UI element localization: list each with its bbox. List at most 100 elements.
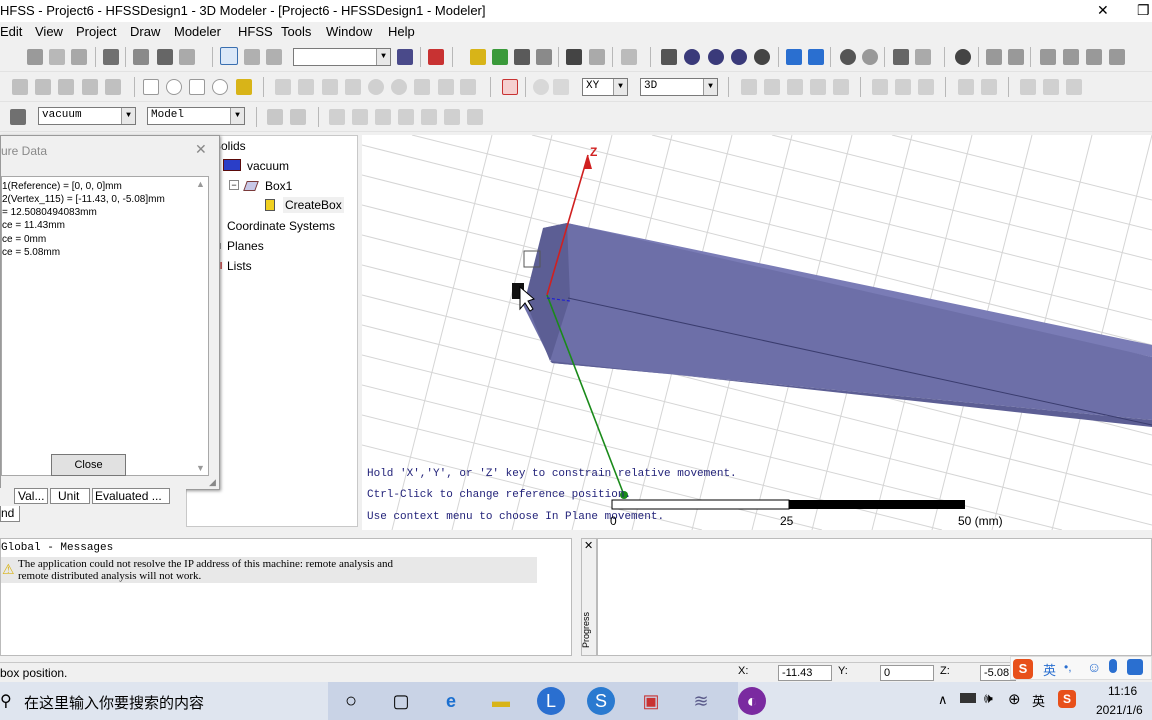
- create-plane-icon[interactable]: [553, 79, 569, 95]
- local-grid-icon[interactable]: [290, 109, 306, 125]
- align-center-icon[interactable]: [1043, 79, 1059, 95]
- resize-grip-icon[interactable]: ◢: [209, 477, 216, 488]
- zoom-icon[interactable]: [754, 49, 770, 65]
- column-unit[interactable]: Unit: [50, 488, 90, 504]
- progress-close-icon[interactable]: ✕: [584, 539, 593, 552]
- unite-icon[interactable]: [741, 79, 757, 95]
- menu-hfss[interactable]: HFSS: [238, 24, 273, 39]
- collapse-icon[interactable]: −: [229, 180, 239, 190]
- thicken-icon[interactable]: [981, 79, 997, 95]
- splitter[interactable]: [574, 538, 581, 656]
- view-side-icon[interactable]: [1086, 49, 1102, 65]
- fit-selection-icon[interactable]: [862, 49, 878, 65]
- measure-icon[interactable]: [397, 49, 413, 65]
- grid-icon[interactable]: [267, 109, 283, 125]
- results-icon[interactable]: [514, 49, 530, 65]
- show-hidden-icons[interactable]: ∧: [938, 692, 948, 708]
- punctuation-icon[interactable]: •,: [1064, 660, 1072, 674]
- restore-window-button[interactable]: ❐: [1137, 2, 1150, 19]
- draw-polygon-icon[interactable]: [189, 79, 205, 95]
- volume-icon[interactable]: 🕪: [984, 690, 993, 707]
- modeler-viewport[interactable]: Z Hold 'X','Y', or 'Z' key to constrain …: [362, 135, 1152, 530]
- model-select[interactable]: Model ▼: [147, 107, 245, 125]
- spin-icon[interactable]: [731, 49, 747, 65]
- intersect-icon[interactable]: [787, 79, 803, 95]
- draw-arc-icon[interactable]: [58, 79, 74, 95]
- layers-icon[interactable]: [621, 49, 637, 65]
- tree-lists[interactable]: Lists: [227, 259, 252, 273]
- snap-arc-icon[interactable]: [467, 109, 483, 125]
- zoom-out-icon[interactable]: [808, 49, 824, 65]
- field-overlay-icon[interactable]: [566, 49, 582, 65]
- snap-vertex-icon[interactable]: [352, 109, 368, 125]
- column-value[interactable]: Val...: [14, 488, 48, 504]
- tree-coordinate-systems[interactable]: Coordinate Systems: [227, 219, 335, 233]
- emoji-icon[interactable]: ☺: [1087, 659, 1101, 675]
- draw-regular-polyhedron-icon[interactable]: [322, 79, 338, 95]
- draw-ellipse-icon[interactable]: [212, 79, 228, 95]
- stop-icon[interactable]: [428, 49, 444, 65]
- split-icon[interactable]: [810, 79, 826, 95]
- sogou-icon[interactable]: S: [1013, 659, 1033, 679]
- draw-line-icon[interactable]: [12, 79, 28, 95]
- draw-arc-center-icon[interactable]: [82, 79, 98, 95]
- paste-icon[interactable]: [71, 49, 87, 65]
- create-point-icon[interactable]: [533, 79, 549, 95]
- battery-icon[interactable]: [960, 693, 976, 703]
- plot-icon[interactable]: [589, 49, 605, 65]
- draw-circle-icon[interactable]: [166, 79, 182, 95]
- report-icon[interactable]: [536, 49, 552, 65]
- scroll-up-icon[interactable]: ▲: [196, 179, 205, 189]
- orbit-icon[interactable]: [708, 49, 724, 65]
- taskbar-search-box[interactable]: 在这里输入你要搜索的内容: [24, 692, 204, 713]
- clock-date[interactable]: 2021/1/6: [1096, 703, 1143, 717]
- fit-all-icon[interactable]: [840, 49, 856, 65]
- draw-spiral-icon[interactable]: [438, 79, 454, 95]
- network-icon[interactable]: ⊕: [1008, 690, 1021, 708]
- render-smooth-icon[interactable]: [1008, 49, 1024, 65]
- draw-region-icon[interactable]: [236, 79, 252, 95]
- file-explorer-icon[interactable]: ▬: [484, 687, 518, 715]
- imprint-icon[interactable]: [833, 79, 849, 95]
- tree-box1[interactable]: Box1: [265, 179, 292, 193]
- snap-edge-icon[interactable]: [375, 109, 391, 125]
- cortana-icon[interactable]: ○: [334, 687, 368, 715]
- draw-helix-icon[interactable]: [414, 79, 430, 95]
- menu-project[interactable]: Project: [76, 24, 116, 39]
- draw-torus-icon[interactable]: [391, 79, 407, 95]
- drawing-mode-select[interactable]: 3D ▼: [640, 78, 718, 96]
- column-evaluated[interactable]: Evaluated ...: [92, 488, 170, 504]
- view-iso-icon[interactable]: [1109, 49, 1125, 65]
- drawing-plane-select[interactable]: XY ▼: [582, 78, 628, 96]
- app-ppt-icon[interactable]: ▣: [634, 687, 668, 715]
- redo-icon[interactable]: [179, 49, 195, 65]
- warning-row[interactable]: ⚠ The application could not resolve the …: [1, 557, 537, 583]
- delete-icon[interactable]: [133, 49, 149, 65]
- ime-lang-label[interactable]: 英: [1043, 660, 1056, 679]
- rotate-icon[interactable]: [684, 49, 700, 65]
- snap-grid-icon[interactable]: [329, 109, 345, 125]
- draw-equation-icon[interactable]: [105, 79, 121, 95]
- select-mode-icon[interactable]: [220, 47, 238, 65]
- material-icon[interactable]: [10, 109, 26, 125]
- next-view-icon[interactable]: [915, 49, 931, 65]
- menu-modeler[interactable]: Modeler: [174, 24, 221, 39]
- draw-cone-icon[interactable]: [345, 79, 361, 95]
- input-language-label[interactable]: 英: [1032, 691, 1045, 710]
- snap-face-icon[interactable]: [398, 109, 414, 125]
- draw-spline-icon[interactable]: [35, 79, 51, 95]
- close-window-button[interactable]: ✕: [1097, 2, 1109, 19]
- view-front-icon[interactable]: [1063, 49, 1079, 65]
- mirror-icon[interactable]: [872, 79, 888, 95]
- scroll-down-icon[interactable]: ▼: [196, 463, 205, 473]
- tree-planes[interactable]: Planes: [227, 239, 264, 253]
- subtract-icon[interactable]: [764, 79, 780, 95]
- draw-rectangle-icon[interactable]: [143, 79, 159, 95]
- menu-window[interactable]: Window: [326, 24, 372, 39]
- app-s-icon[interactable]: S: [587, 687, 615, 715]
- draw-cylinder-icon[interactable]: [298, 79, 314, 95]
- duplicate-around-axis-icon[interactable]: [918, 79, 934, 95]
- snap-center-icon[interactable]: [421, 109, 437, 125]
- duplicate-along-line-icon[interactable]: [895, 79, 911, 95]
- copy-icon[interactable]: [49, 49, 65, 65]
